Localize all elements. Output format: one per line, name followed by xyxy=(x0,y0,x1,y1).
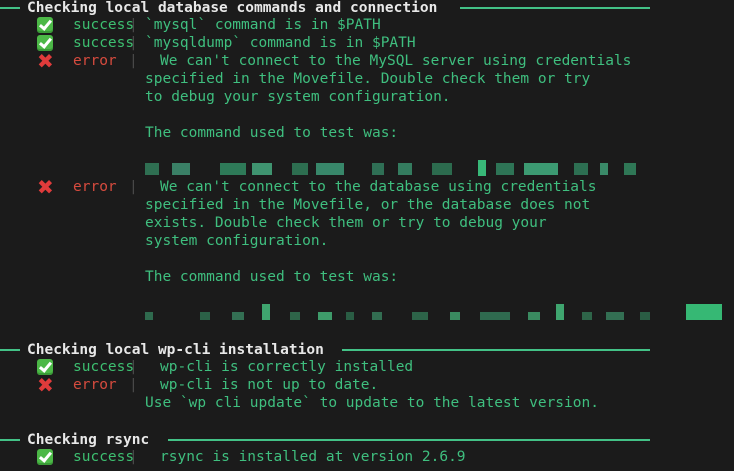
redaction-block xyxy=(346,312,354,320)
redaction-block xyxy=(582,312,592,320)
redaction-block xyxy=(640,312,650,320)
status-label: error xyxy=(73,179,117,195)
log-message: wp-cli is correctly installed xyxy=(160,359,414,375)
redaction-block xyxy=(450,312,460,320)
redaction-block xyxy=(316,163,344,175)
section-header: Checking local wp-cli installation xyxy=(0,341,734,359)
redaction-block xyxy=(372,163,384,175)
log-entry: success | `mysql` command is in $PATH xyxy=(0,16,734,34)
separator: | xyxy=(129,35,138,51)
log-message: specified in the Movefile, or the databa… xyxy=(145,197,591,213)
status-label: success xyxy=(73,17,135,33)
redaction-block xyxy=(262,304,270,320)
redaction-block xyxy=(200,312,210,320)
section-rule-left xyxy=(0,349,20,351)
cross-mark-icon: ✖ xyxy=(37,175,54,199)
status-label: error xyxy=(73,53,117,69)
status-label: success xyxy=(73,35,135,51)
status-label: success xyxy=(73,449,135,465)
separator: | xyxy=(129,359,138,375)
separator: | xyxy=(129,179,138,195)
redaction-block xyxy=(686,304,722,320)
redaction-block xyxy=(290,312,300,320)
redaction-block xyxy=(232,312,244,320)
log-entry: success | wp-cli is correctly installed xyxy=(0,358,734,376)
section-title: Checking rsync xyxy=(27,432,150,448)
log-continuation: The command used to test was: xyxy=(0,268,734,286)
redaction-block xyxy=(318,312,332,320)
cross-mark-icon: ✖ xyxy=(37,373,54,397)
redaction-block xyxy=(496,163,514,175)
section-header: Checking rsync xyxy=(0,431,734,449)
redaction-block xyxy=(145,163,159,175)
section-title: Checking local database commands and con… xyxy=(27,0,438,16)
redaction-block xyxy=(412,312,428,320)
section-rule-left xyxy=(0,439,20,441)
log-message: rsync is installed at version 2.6.9 xyxy=(160,449,466,465)
log-continuation: The command used to test was: xyxy=(0,124,734,142)
redacted-command xyxy=(0,160,734,178)
section-rule-right xyxy=(168,439,650,441)
separator: | xyxy=(129,377,138,393)
log-continuation: exists. Double check them or try to debu… xyxy=(0,214,734,232)
redaction-block xyxy=(528,312,540,320)
log-entry: ✖ error | wp-cli is not up to date. xyxy=(0,373,734,397)
log-entry: success | `mysqldump` command is in $PAT… xyxy=(0,34,734,52)
log-continuation: specified in the Movefile. Double check … xyxy=(0,70,734,88)
check-mark-icon xyxy=(37,449,53,465)
log-continuation: system configuration. xyxy=(0,232,734,250)
redaction-block xyxy=(398,163,412,175)
redaction-block xyxy=(432,163,452,175)
redaction-block xyxy=(606,312,624,320)
redaction-block xyxy=(524,163,558,175)
redaction-block xyxy=(220,163,246,175)
section-rule-right xyxy=(342,349,650,351)
status-label: error xyxy=(73,377,117,393)
log-message: The command used to test was: xyxy=(145,125,399,141)
redaction-block xyxy=(556,304,564,320)
log-message: system configuration. xyxy=(145,233,329,249)
redaction-block xyxy=(480,312,510,320)
log-entry: success | rsync is installed at version … xyxy=(0,448,734,466)
log-message: `mysql` command is in $PATH xyxy=(145,17,381,33)
log-message: Use `wp cli update` to update to the lat… xyxy=(145,395,599,411)
section-rule-left xyxy=(0,7,20,9)
log-message: specified in the Movefile. Double check … xyxy=(145,71,591,87)
separator: | xyxy=(129,449,138,465)
redaction-block xyxy=(372,312,382,320)
terminal-window: Checking local database commands and con… xyxy=(0,0,734,471)
log-message: We can't connect to the database using c… xyxy=(160,179,597,195)
redaction-block xyxy=(145,312,153,320)
redacted-command xyxy=(0,304,734,322)
redaction-block xyxy=(574,163,588,175)
log-continuation: specified in the Movefile, or the databa… xyxy=(0,196,734,214)
section-title: Checking local wp-cli installation xyxy=(27,342,324,358)
redaction-block xyxy=(252,163,272,175)
separator: | xyxy=(129,53,138,69)
log-message: The command used to test was: xyxy=(145,269,399,285)
redaction-block xyxy=(600,163,608,175)
log-message: exists. Double check them or try to debu… xyxy=(145,215,547,231)
log-message: `mysqldump` command is in $PATH xyxy=(145,35,416,51)
status-label: success xyxy=(73,359,135,375)
check-mark-icon xyxy=(37,17,53,33)
redaction-block xyxy=(292,163,308,175)
log-message: wp-cli is not up to date. xyxy=(160,377,379,393)
section-rule-right xyxy=(460,7,650,9)
redaction-block xyxy=(172,163,190,175)
log-entry: ✖ error | We can't connect to the databa… xyxy=(0,175,734,199)
redaction-block xyxy=(624,163,636,175)
separator: | xyxy=(129,17,138,33)
log-message: to debug your system configuration. xyxy=(145,89,451,105)
log-continuation: Use `wp cli update` to update to the lat… xyxy=(0,394,734,412)
cross-mark-icon: ✖ xyxy=(37,49,54,73)
log-continuation: to debug your system configuration. xyxy=(0,88,734,106)
redaction-block xyxy=(478,160,486,176)
log-message: We can't connect to the MySQL server usi… xyxy=(160,53,632,69)
log-entry: ✖ error | We can't connect to the MySQL … xyxy=(0,49,734,73)
section-header: Checking local database commands and con… xyxy=(0,0,734,17)
